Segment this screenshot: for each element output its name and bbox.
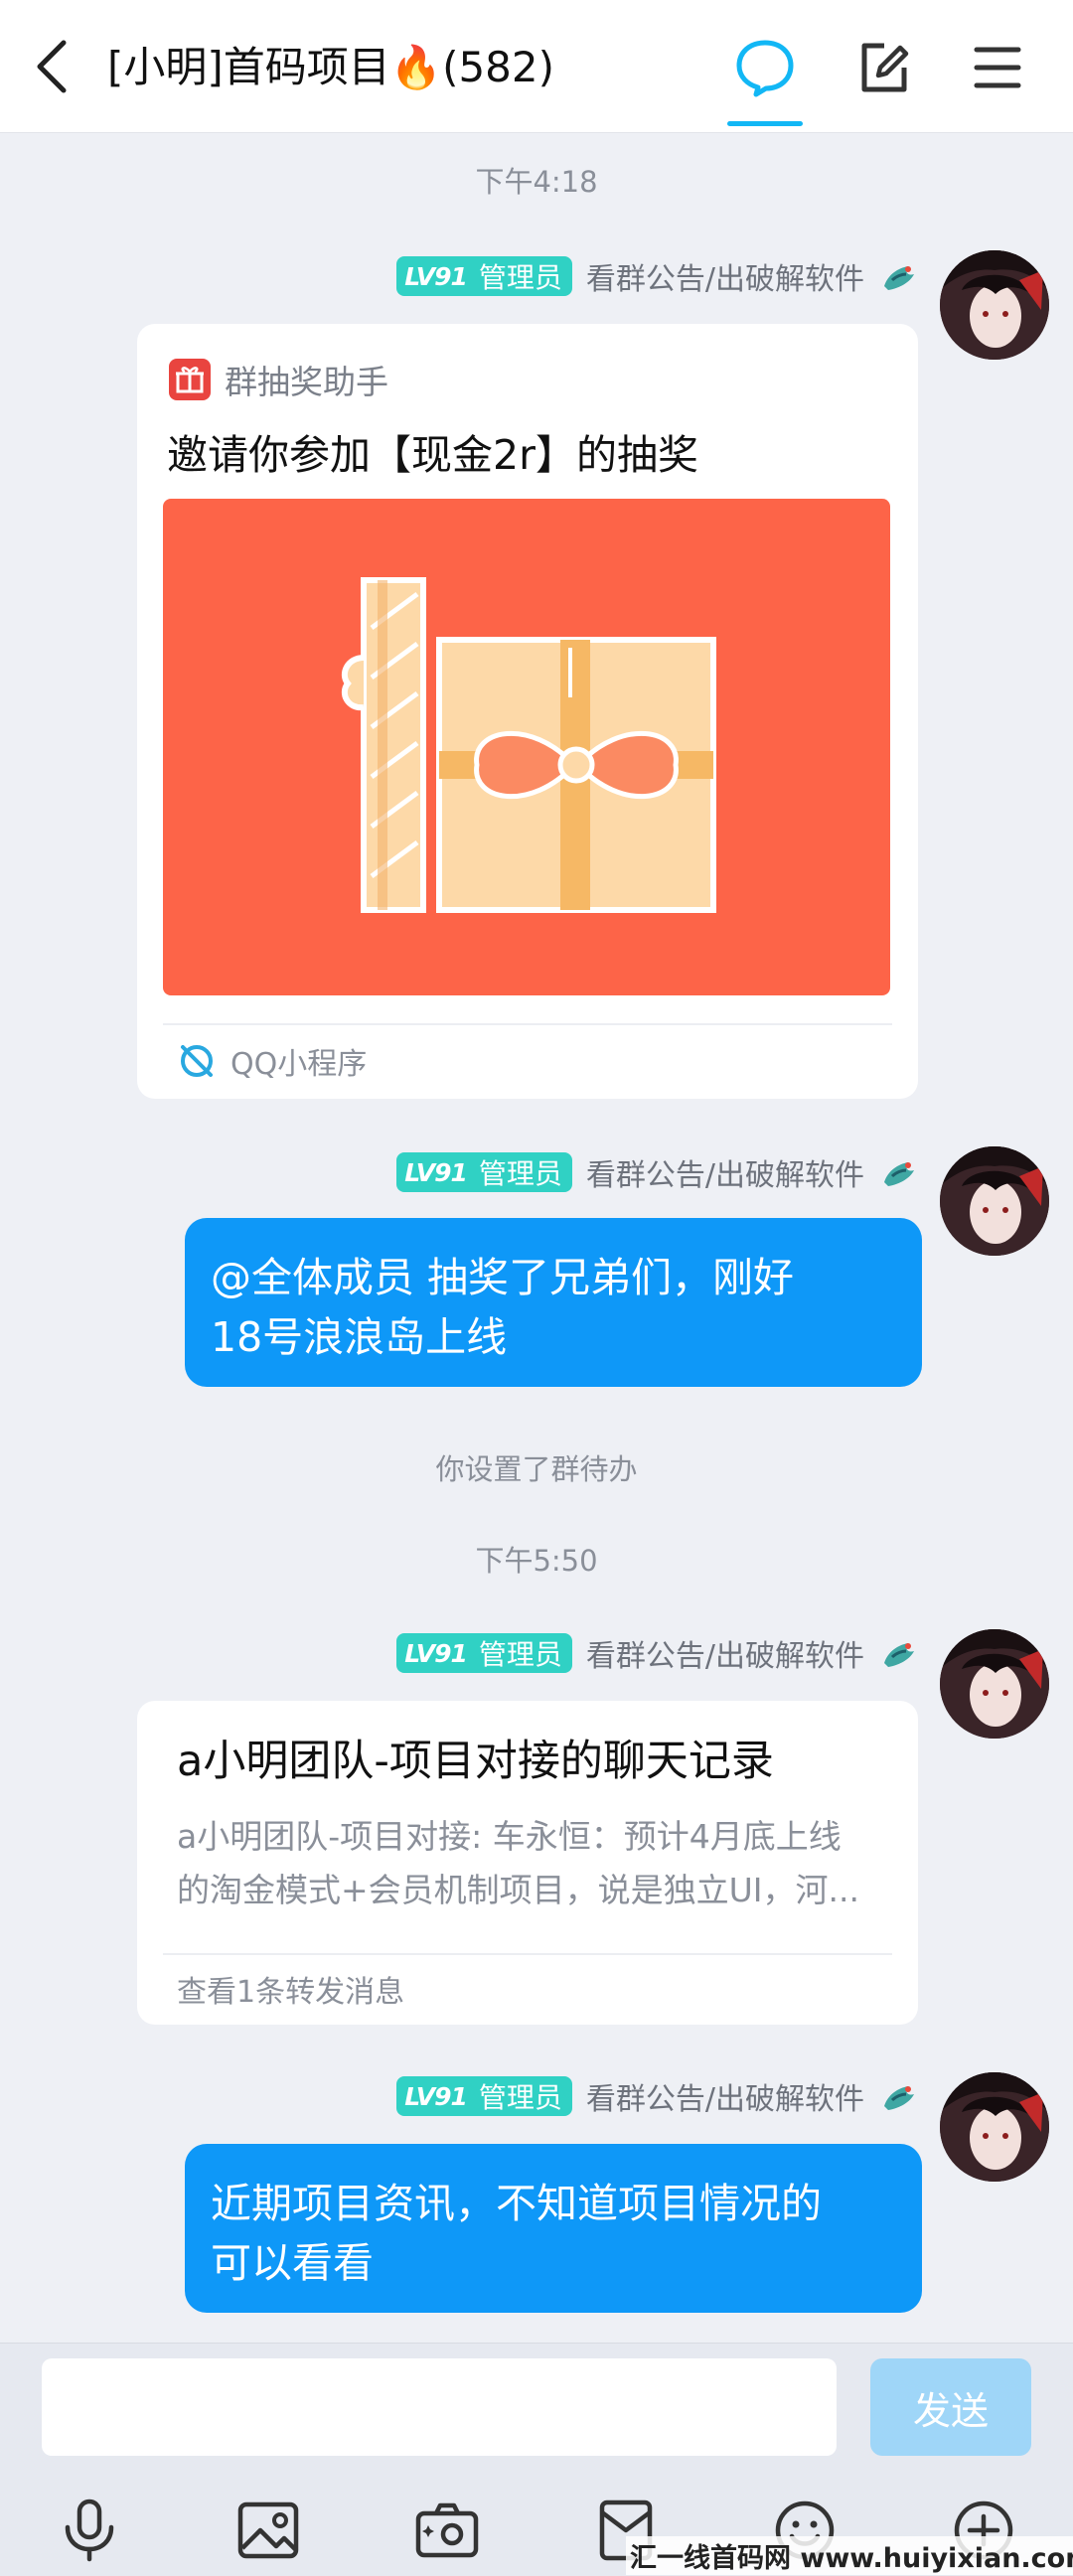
card-footer: 查看1条转发消息 — [177, 1967, 404, 2011]
avatar-image — [940, 250, 1049, 360]
lottery-card[interactable]: 群抽奖助手 邀请你参加【现金2r】的抽奖 QQ小程序 — [137, 324, 918, 1099]
preview-line: a小明团队-项目对接: 车永恒：预计4月底上线 — [177, 1817, 842, 1856]
avatar[interactable] — [940, 250, 1049, 360]
message-line: 可以看看 — [211, 2239, 374, 2287]
divider — [163, 1023, 892, 1025]
back-button[interactable] — [22, 32, 81, 101]
level-badge: LV91 管理员 — [396, 1152, 572, 1192]
card-app-row: 群抽奖助手 — [169, 356, 388, 403]
camera-button[interactable] — [409, 2493, 485, 2568]
forward-preview: a小明团队-项目对接: 车永恒：预计4月底上线 的淘金模式+会员机制项目，说是独… — [177, 1810, 884, 1917]
voice-button[interactable] — [52, 2493, 127, 2568]
camera-icon — [415, 2502, 479, 2558]
avatar[interactable] — [940, 2072, 1049, 2182]
avatar-image — [940, 1146, 1049, 1256]
sender-name[interactable]: 看群公告/出破解软件 — [586, 2074, 864, 2118]
level-text: LV91 — [404, 2081, 468, 2111]
card-footer: QQ小程序 — [177, 1039, 367, 1083]
avatar-image — [940, 2072, 1049, 2182]
fire-emoji-icon: 🔥 — [389, 43, 443, 91]
forwarded-chat-card[interactable]: a小明团队-项目对接的聊天记录 a小明团队-项目对接: 车永恒：预计4月底上线 … — [137, 1701, 918, 2025]
sender-info: LV91 管理员 看群公告/出破解软件 — [396, 1150, 918, 1194]
dragon-title-icon — [884, 2086, 914, 2110]
level-text: LV91 — [404, 1157, 468, 1187]
message-line: @全体成员 抽奖了兄弟们，刚好 — [211, 1254, 795, 1301]
chat-screen: [小明]首码项目🔥(582) 下午4:18 LV91 管理员 看群公告/出破解软… — [0, 0, 1073, 2576]
member-count: (582) — [442, 43, 555, 91]
watermark: 汇一线首码网 www.huiyixian.com — [626, 2536, 1073, 2575]
card-footer-text: QQ小程序 — [230, 1047, 368, 1082]
level-badge: LV91 管理员 — [396, 2076, 572, 2116]
level-badge: LV91 管理员 — [396, 256, 572, 296]
menu-button[interactable] — [960, 30, 1035, 105]
chat-tab-button[interactable] — [727, 30, 803, 105]
avatar[interactable] — [940, 1146, 1049, 1256]
edit-button[interactable] — [846, 30, 922, 105]
divider — [163, 1953, 892, 1955]
level-text: LV91 — [404, 261, 468, 291]
forward-footer-text: 查看1条转发消息 — [177, 1975, 405, 2010]
role-text: 管理员 — [478, 1638, 562, 1671]
send-button[interactable]: 发送 — [870, 2358, 1031, 2456]
forward-title: a小明团队-项目对接的聊天记录 — [177, 1737, 774, 1786]
avatar-image — [940, 1629, 1049, 1739]
timestamp: 下午4:18 — [475, 165, 598, 199]
group-name: [小明]首码项目 — [107, 43, 390, 91]
gift-app-icon — [169, 359, 211, 400]
gift-box-icon — [341, 577, 716, 913]
system-note: 你设置了群待办 — [435, 1452, 638, 1486]
sender-info: LV91 管理员 看群公告/出破解软件 — [396, 1631, 918, 1675]
sender-info: LV91 管理员 看群公告/出破解软件 — [396, 254, 918, 298]
dragon-title-icon — [884, 266, 914, 290]
role-text: 管理员 — [478, 1157, 562, 1190]
role-text: 管理员 — [478, 2081, 562, 2114]
edit-icon — [861, 43, 909, 92]
avatar[interactable] — [940, 1629, 1049, 1739]
dragon-title-icon — [884, 1643, 914, 1667]
card-app-name: 群抽奖助手 — [225, 363, 388, 401]
sender-name[interactable]: 看群公告/出破解软件 — [586, 1150, 864, 1194]
chevron-left-icon — [37, 40, 67, 93]
image-icon — [237, 2501, 299, 2559]
sender-name[interactable]: 看群公告/出破解软件 — [586, 1631, 864, 1675]
dragon-title-icon — [884, 1162, 914, 1186]
level-badge: LV91 管理员 — [396, 1633, 572, 1673]
gift-illustration — [163, 499, 890, 995]
chat-bubble-icon — [736, 40, 794, 97]
mini-program-icon — [181, 1045, 213, 1077]
message-bubble[interactable]: 近期项目资讯，不知道项目情况的 可以看看 — [185, 2144, 922, 2313]
message-line: 18号浪浪岛上线 — [211, 1313, 508, 1361]
role-text: 管理员 — [478, 261, 562, 294]
photo-button[interactable] — [230, 2493, 306, 2568]
active-tab-indicator — [727, 121, 803, 126]
hamburger-menu-icon — [974, 47, 1021, 88]
message-line: 近期项目资讯，不知道项目情况的 — [211, 2180, 822, 2227]
level-text: LV91 — [404, 1638, 468, 1668]
message-input[interactable] — [42, 2358, 837, 2456]
message-bubble[interactable]: @全体成员 抽奖了兄弟们，刚好 18号浪浪岛上线 — [185, 1218, 922, 1387]
chat-title[interactable]: [小明]首码项目🔥(582) — [107, 40, 554, 95]
card-headline: 邀请你参加【现金2r】的抽奖 — [167, 431, 698, 479]
sender-name[interactable]: 看群公告/出破解软件 — [586, 254, 864, 298]
top-bar: [小明]首码项目🔥(582) — [0, 0, 1073, 133]
timestamp: 下午5:50 — [475, 1544, 598, 1578]
sender-info: LV91 管理员 看群公告/出破解软件 — [396, 2074, 918, 2118]
preview-line: 的淘金模式+会员机制项目，说是独立UI，河... — [177, 1871, 860, 1909]
microphone-icon — [65, 2499, 114, 2562]
